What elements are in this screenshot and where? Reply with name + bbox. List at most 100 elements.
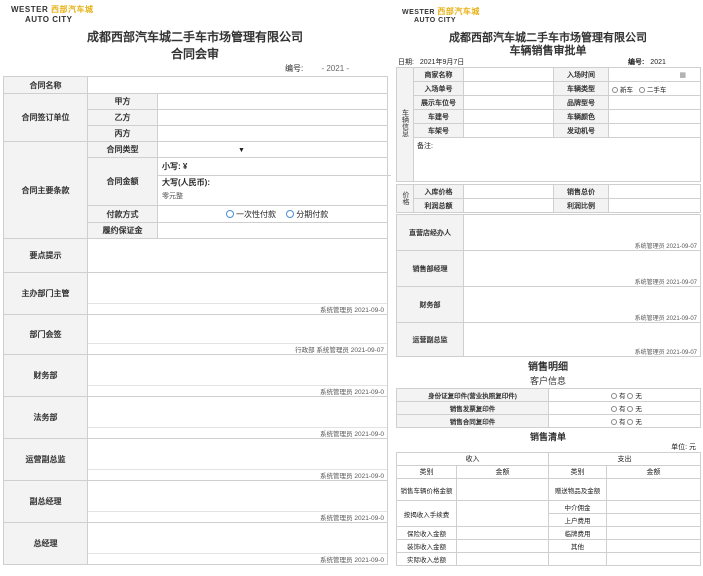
in-price-input[interactable] — [463, 184, 554, 199]
vehicle-key-label: 车建号 — [413, 109, 464, 124]
contract-amount-label: 合同金额 — [87, 157, 158, 206]
date-field[interactable]: 日期: 2021年9月7日 — [398, 57, 464, 67]
legal-label: 法务部 — [3, 396, 88, 439]
engine-no-input[interactable] — [608, 123, 701, 138]
vehicle-key-input[interactable] — [463, 109, 554, 124]
in-price-label: 入库价格 — [413, 184, 464, 199]
income-amount-input[interactable] — [456, 500, 549, 527]
number-field[interactable]: 编号: - 2021 - — [285, 63, 349, 74]
contract-copy-no-radio[interactable] — [627, 419, 634, 426]
party-b-input[interactable] — [157, 109, 388, 126]
number-field[interactable]: 编号: 2021 — [628, 57, 666, 67]
sales-list-title: 销售清单 — [529, 432, 566, 442]
expense-amount-input[interactable] — [606, 500, 701, 514]
display-no-input[interactable] — [463, 95, 554, 110]
legal-signature: 系统管理员 2021-09-0 — [320, 431, 384, 438]
contract-table: 合同名称 合同签订单位 甲方 乙方 丙方 合同主要条款 合同类型 ▼ 合同金额 … — [3, 76, 391, 565]
contract-name-label: 合同名称 — [3, 76, 88, 94]
expense-amount-input[interactable] — [606, 513, 701, 527]
vehicle-info-label: 车辆信息 — [396, 67, 414, 182]
party-a-input[interactable] — [157, 93, 388, 110]
in-time-label: 入场时间 — [553, 67, 609, 82]
income-item: 按揭收入手续费 — [396, 500, 457, 527]
frame-no-label: 车架号 — [413, 123, 464, 138]
page-title: 车辆销售审批单 — [509, 45, 587, 57]
sales-mgr-label: 销售部经理 — [396, 250, 464, 287]
vehicle-color-label: 车辆颜色 — [553, 109, 609, 124]
main-terms-label: 合同主要条款 — [3, 141, 88, 239]
chevron-down-icon: ▼ — [238, 147, 245, 154]
total-profit-label: 利润总额 — [413, 198, 464, 213]
contract-review-form: WESTER 西部汽车城 AUTO CITY 成都西部汽车城二手车市场管理有限公… — [3, 0, 391, 576]
engine-no-label: 发动机号 — [553, 123, 609, 138]
vehicle-type-label: 车辆类型 — [553, 81, 609, 96]
price-table: 价格 入库价格 销售总价 利润总额 利润比例 — [396, 184, 701, 213]
invoice-copy-no-radio[interactable] — [627, 406, 634, 413]
contract-name-input[interactable] — [87, 76, 388, 94]
vehicle-color-input[interactable] — [608, 109, 701, 124]
finance-label: 财务部 — [396, 286, 464, 323]
total-price-input[interactable] — [608, 184, 701, 199]
vehicle-sales-approval-form: WESTER 西部汽车城 AUTO CITY 成都西部汽车城二手车市场管理有限公… — [396, 0, 701, 576]
pay-once-radio[interactable] — [226, 210, 234, 219]
contract-copy-yes-radio[interactable] — [611, 419, 617, 426]
key-points-input[interactable] — [87, 238, 388, 273]
finance-label: 财务部 — [3, 354, 88, 397]
party-c-input[interactable] — [157, 125, 388, 142]
in-time-input[interactable]: ▦ — [608, 67, 701, 82]
expense-amount-input[interactable] — [606, 526, 701, 540]
sales-detail-title: 销售明细 — [528, 362, 568, 373]
expense-amount-input[interactable] — [606, 478, 701, 501]
total-profit-input[interactable] — [463, 198, 554, 213]
income-item: 装饰收入金额 — [396, 539, 457, 553]
party-c-label: 丙方 — [87, 125, 158, 142]
gm-label: 总经理 — [3, 522, 88, 565]
party-b-label: 乙方 — [87, 109, 158, 126]
expense-item: 其他 — [548, 539, 607, 553]
income-amount-header: 金额 — [456, 465, 549, 479]
remark-textarea[interactable]: 备注: — [413, 137, 701, 182]
used-car-radio[interactable] — [638, 86, 645, 93]
frame-no-input[interactable] — [463, 123, 554, 138]
expense-item: 临牌费用 — [548, 526, 607, 540]
dealer-name-label: 商家名称 — [413, 67, 464, 82]
company-logo: WESTER 西部汽车城 AUTO CITY — [402, 7, 480, 24]
director-label: 直营店经办人 — [396, 214, 464, 251]
pay-installments-radio[interactable] — [286, 210, 295, 219]
calendar-icon[interactable]: ▦ — [679, 72, 686, 79]
new-car-radio[interactable] — [612, 86, 618, 93]
profit-ratio-input[interactable] — [608, 198, 701, 213]
amount-big-label: 大写(人民币): — [162, 178, 210, 187]
dealer-name-input[interactable] — [463, 67, 554, 82]
id-copy-yes-radio[interactable] — [611, 393, 617, 400]
ops-vp-label: 运营副总监 — [3, 438, 88, 481]
expense-amount-input[interactable] — [606, 539, 701, 553]
in-no-input[interactable] — [463, 81, 554, 96]
gm-signature: 系统管理员 2021-09-0 — [320, 557, 384, 564]
ops-vp-signature: 系统管理员 2021-09-07 — [634, 350, 697, 356]
expense-item: 上户费用 — [548, 513, 607, 527]
expense-amount-header: 金额 — [606, 465, 701, 479]
amount-small-label[interactable]: 小写: ¥ — [162, 160, 387, 173]
finance-signature: 系统管理员 2021-09-07 — [634, 316, 697, 322]
vehicle-info-table: 车辆信息 商家名称 入场时间 ▦ 入场单号 车辆类型 新车 二手车 展示车位号 … — [396, 67, 701, 182]
income-amount-input[interactable] — [456, 478, 549, 501]
id-copy-no-radio[interactable] — [627, 393, 634, 400]
brand-model-input[interactable] — [608, 95, 701, 110]
income-category-header: 类别 — [396, 465, 457, 479]
brand-model-label: 品牌型号 — [553, 95, 609, 110]
expense-category-header: 类别 — [548, 465, 607, 479]
income-amount-input[interactable] — [456, 539, 549, 553]
expense-item: 中介佣金 — [548, 500, 607, 514]
unit-label: 单位: 元 — [671, 444, 696, 451]
contract-type-select[interactable]: ▼ — [157, 141, 388, 158]
deposit-input[interactable] — [157, 222, 388, 239]
income-amount-input[interactable] — [456, 552, 549, 566]
income-amount-input[interactable] — [456, 526, 549, 540]
sales-mgr-signature: 系统管理员 2021-09-07 — [634, 280, 697, 286]
expense-header: 支出 — [548, 452, 701, 466]
income-header: 收入 — [396, 452, 549, 466]
vice-gm-label: 副总经理 — [3, 480, 88, 523]
invoice-copy-yes-radio[interactable] — [611, 406, 617, 413]
customer-info-title: 客户信息 — [529, 376, 566, 386]
